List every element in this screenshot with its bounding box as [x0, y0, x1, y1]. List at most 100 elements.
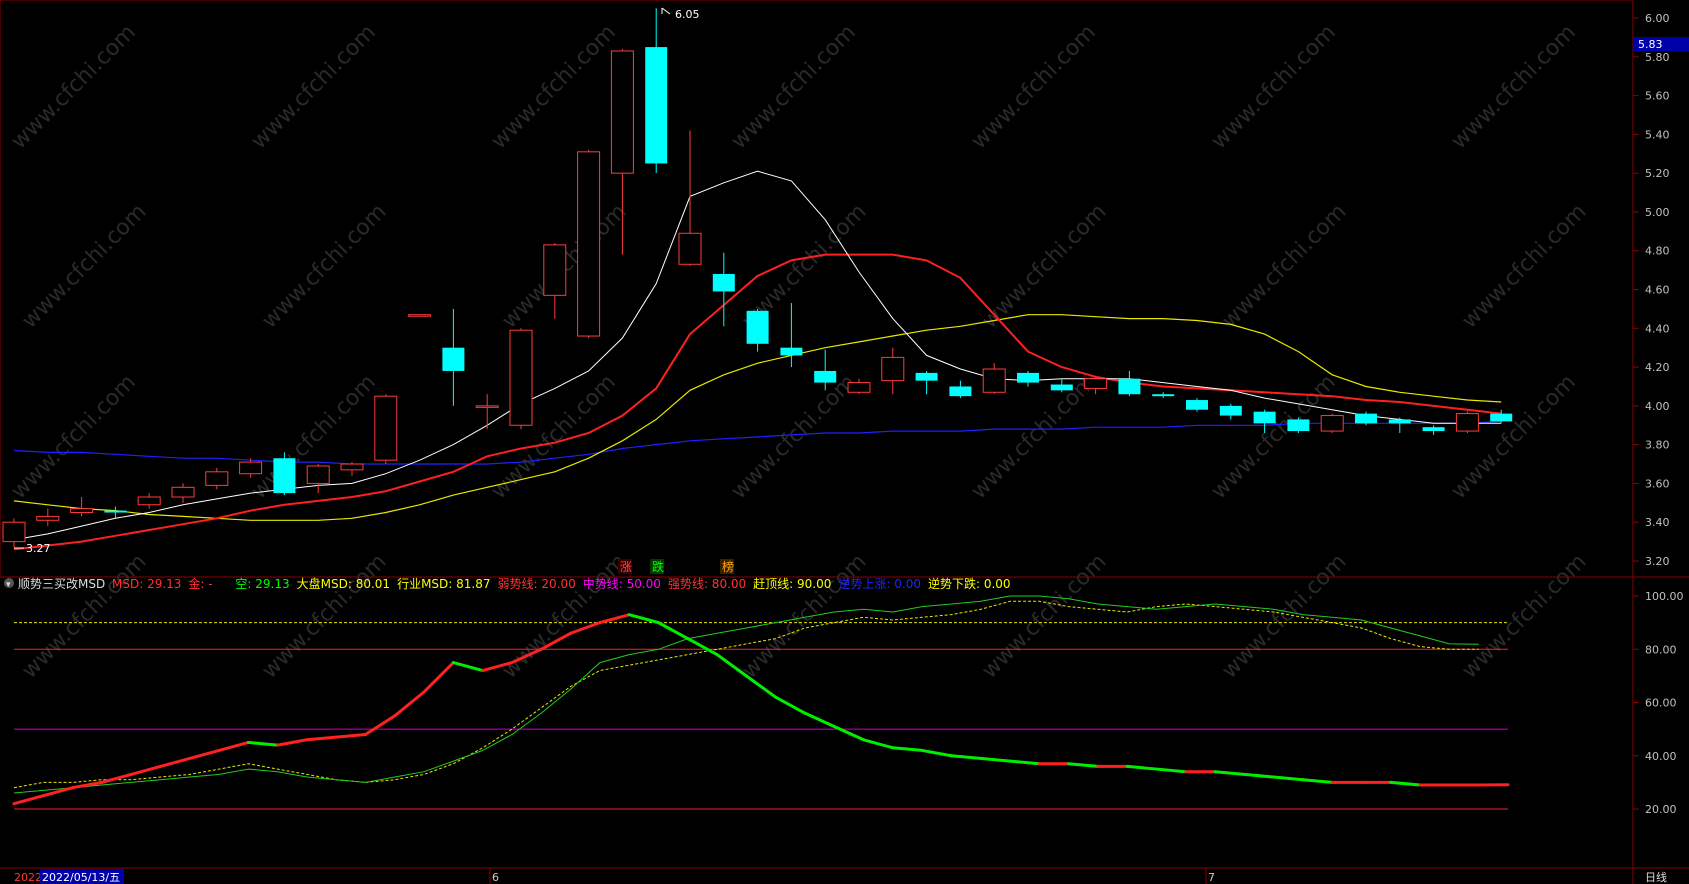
- candle-body: [374, 395, 398, 461]
- candle[interactable]: [2, 518, 26, 548]
- candle[interactable]: [70, 497, 94, 517]
- month-label-6: 6: [492, 871, 499, 884]
- msd-segment: [891, 746, 924, 752]
- candle[interactable]: [205, 467, 229, 490]
- candle[interactable]: [1455, 411, 1479, 434]
- candle[interactable]: [1219, 403, 1242, 420]
- msd-segment: [334, 732, 368, 739]
- period-label[interactable]: 日线: [1645, 870, 1667, 884]
- price-tick-label: 3.20: [1645, 555, 1670, 568]
- price-tick-label: 5.40: [1645, 128, 1670, 141]
- msd-segment: [598, 613, 631, 625]
- msd-segment: [686, 637, 719, 657]
- month-label-7: 7: [1208, 871, 1215, 884]
- candle-body: [678, 232, 702, 265]
- candle[interactable]: [306, 464, 330, 494]
- candle[interactable]: [678, 130, 702, 267]
- candle-body: [645, 47, 668, 164]
- msd-segment: [12, 794, 45, 806]
- price-tick-label: 4.20: [1645, 361, 1670, 374]
- price-axis: 6.00 5.80 5.60 5.40 5.20 5.00 4.80 4.60 4.40 4.20…: [1633, 12, 1670, 568]
- signal-rank: 榜: [722, 559, 734, 574]
- candle[interactable]: [171, 483, 195, 503]
- msd-segment: [832, 724, 866, 742]
- candle-body: [1219, 405, 1242, 416]
- price-tick-label: 3.60: [1645, 477, 1670, 490]
- candle[interactable]: [1050, 378, 1073, 393]
- watermark-text: www.cfchi.com: [1217, 199, 1351, 333]
- candle-body: [915, 372, 938, 381]
- watermark-text: www.cfchi.com: [487, 20, 621, 154]
- watermark-text: www.cfchi.com: [257, 199, 391, 333]
- candle[interactable]: [1388, 417, 1411, 434]
- legend-item: 赶顶线: 90.00: [753, 577, 831, 591]
- candle-body: [1050, 384, 1073, 391]
- msd-segment: [1272, 775, 1305, 782]
- candle[interactable]: [475, 394, 499, 430]
- candle[interactable]: [1422, 425, 1445, 435]
- candle[interactable]: [543, 242, 567, 319]
- signal-down: 跌: [652, 559, 664, 574]
- msd-segment: [276, 738, 309, 747]
- msd-segment: [569, 621, 602, 635]
- watermark-text: www.cfchi.com: [257, 549, 391, 683]
- candle[interactable]: [1118, 370, 1141, 397]
- watermark-text: www.cfchi.com: [7, 20, 141, 154]
- price-tick-label: 4.80: [1645, 245, 1670, 258]
- msd-segment: [100, 772, 133, 784]
- candle-body: [205, 471, 229, 486]
- watermark-text: www.cfchi.com: [967, 20, 1101, 154]
- candle[interactable]: [645, 8, 668, 174]
- watermark-text: www.cfchi.com: [1207, 20, 1341, 154]
- legend-item: 金: -: [188, 576, 212, 591]
- msd-segment: [1008, 759, 1041, 766]
- legend-item: 逆势上涨: 0.00: [838, 576, 921, 591]
- candle[interactable]: [137, 493, 161, 509]
- candle-body: [1017, 372, 1039, 383]
- candle[interactable]: [712, 252, 735, 327]
- candle-body: [949, 386, 972, 397]
- candle-body: [509, 329, 533, 426]
- price-tick-label: 4.00: [1645, 400, 1670, 413]
- msd-segment: [803, 711, 836, 728]
- msd-segment: [129, 764, 162, 776]
- candle[interactable]: [1355, 411, 1377, 426]
- candle[interactable]: [746, 308, 769, 352]
- indicator-tick-label: 100.00: [1645, 590, 1684, 603]
- candle[interactable]: [982, 363, 1006, 395]
- main-panel-frame: [0, 0, 1634, 578]
- candle[interactable]: [374, 394, 398, 465]
- candle[interactable]: [509, 328, 533, 430]
- candle-body: [577, 151, 601, 337]
- msd-segment: [1213, 770, 1246, 776]
- msd-segment: [188, 748, 221, 760]
- moving-average-lines: [13, 170, 1502, 551]
- candle[interactable]: [273, 452, 296, 496]
- candle[interactable]: [1287, 417, 1310, 434]
- candle-body: [1118, 378, 1141, 395]
- candle[interactable]: [1152, 392, 1175, 399]
- candle[interactable]: [442, 308, 465, 406]
- candle-body: [442, 347, 465, 371]
- candle[interactable]: [340, 462, 364, 476]
- stock-chart[interactable]: www.cfchi.com www.cfchi.com www.cfchi.com w…: [0, 0, 1689, 884]
- candle-body: [881, 356, 905, 382]
- candle[interactable]: [577, 149, 601, 338]
- candle[interactable]: [1186, 398, 1208, 412]
- candle[interactable]: [1320, 413, 1344, 434]
- candle[interactable]: [949, 380, 972, 399]
- candle[interactable]: [1017, 370, 1039, 387]
- watermark-text: www.cfchi.com: [1447, 20, 1581, 154]
- candle[interactable]: [36, 508, 60, 527]
- candle[interactable]: [881, 347, 905, 395]
- candle[interactable]: [915, 370, 938, 395]
- watermark-text: www.cfchi.com: [497, 549, 631, 683]
- indicator-tick-label: 20.00: [1645, 803, 1677, 816]
- candle-body: [1287, 419, 1310, 432]
- candle-body: [847, 382, 871, 393]
- candle-body: [475, 405, 499, 408]
- candle-body: [171, 486, 195, 498]
- msd-segment: [305, 735, 338, 742]
- candle[interactable]: [408, 314, 432, 317]
- legend-item: 弱势线: 20.00: [498, 577, 576, 591]
